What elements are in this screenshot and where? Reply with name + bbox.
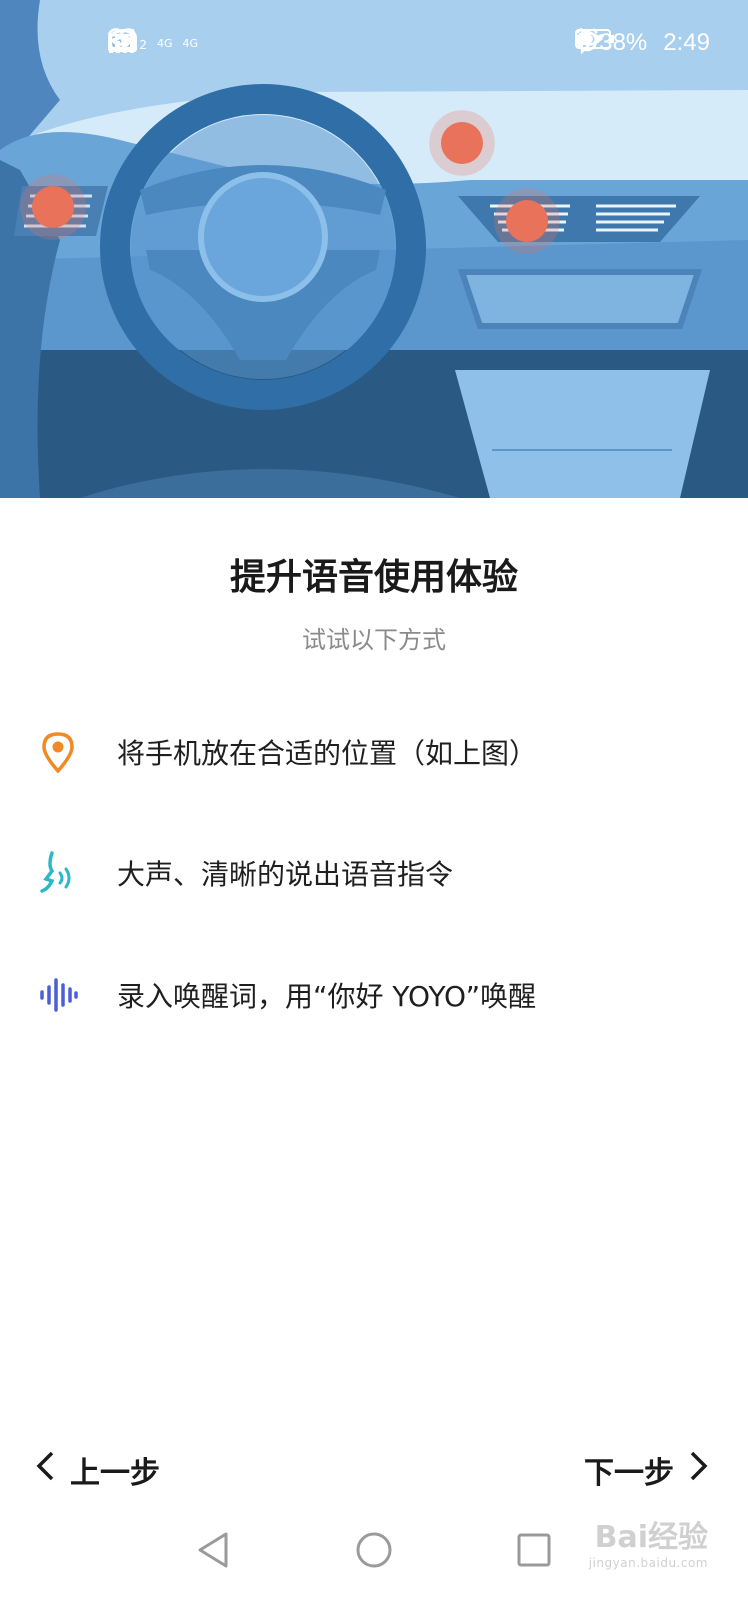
list-item: 将手机放在合适的位置（如上图） bbox=[0, 712, 748, 792]
voice-wave-icon bbox=[36, 973, 80, 1017]
next-step-label: 下一步 bbox=[584, 1456, 674, 1491]
status-right: 38% 2:49 bbox=[575, 28, 710, 58]
list-item: 录入唤醒词，用“你好 YOYO”唤醒 bbox=[0, 955, 748, 1035]
tip-text: 录入唤醒词，用“你好 YOYO”唤醒 bbox=[117, 980, 537, 1013]
signal-icon: 4G bbox=[109, 29, 173, 53]
next-step-button[interactable]: 下一步 bbox=[584, 1445, 710, 1495]
phone-position-marker bbox=[429, 110, 495, 176]
clock-time: 2:49 bbox=[663, 29, 710, 56]
tip-text: 大声、清晰的说出语音指令 bbox=[117, 858, 454, 891]
watermark-text: Bai经验 bbox=[594, 1520, 708, 1555]
recents-icon[interactable] bbox=[506, 1522, 562, 1578]
hero-illustration: HD 2 4G 4G 38% 2:49 bbox=[0, 0, 748, 498]
previous-step-label: 上一步 bbox=[70, 1456, 160, 1491]
watermark-url: jingyan.baidu.com bbox=[588, 1556, 708, 1570]
phone-position-marker bbox=[494, 188, 560, 254]
home-icon[interactable] bbox=[346, 1522, 402, 1578]
status-left: HD 2 4G 4G bbox=[108, 28, 218, 58]
chevron-right-icon bbox=[688, 1450, 710, 1490]
speaking-face-icon bbox=[36, 851, 80, 895]
chevron-left-icon bbox=[34, 1450, 56, 1490]
status-bar: HD 2 4G 4G 38% 2:49 bbox=[0, 0, 748, 90]
page-title: 提升语音使用体验 bbox=[229, 557, 518, 598]
phone-position-marker bbox=[20, 174, 86, 240]
previous-step-button[interactable]: 上一步 bbox=[34, 1445, 160, 1495]
steering-wheel bbox=[100, 84, 426, 410]
list-item: 大声、清晰的说出语音指令 bbox=[0, 833, 748, 913]
back-icon[interactable] bbox=[186, 1522, 242, 1578]
tip-text: 将手机放在合适的位置（如上图） bbox=[117, 737, 538, 770]
location-pin-icon bbox=[36, 730, 80, 774]
baidu-watermark: Bai经验 jingyan.baidu.com bbox=[589, 1512, 708, 1570]
page-subtitle: 试试以下方式 bbox=[302, 626, 446, 654]
signal-icon: 4G bbox=[109, 29, 198, 53]
